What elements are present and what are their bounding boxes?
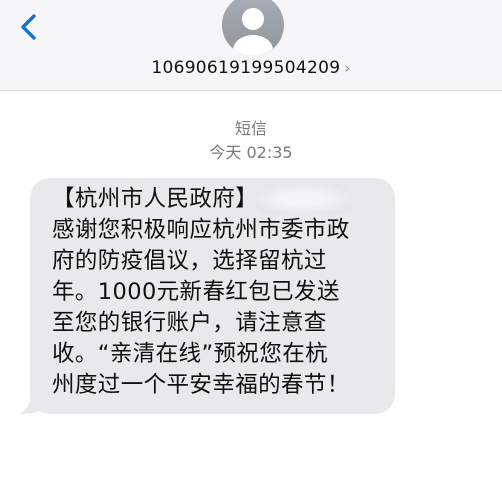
- message-line: 感谢您积极响应杭州市委市政: [52, 217, 350, 243]
- message-line: 府的防疫倡议，选择留杭过: [52, 248, 327, 274]
- message-line: 收。“亲清在线”预祝您在杭: [52, 341, 329, 367]
- contact-avatar[interactable]: [222, 0, 284, 56]
- message-line: 年。1000元新春红包已发送: [52, 279, 340, 305]
- chevron-right-icon: ›: [344, 59, 351, 77]
- person-icon: [233, 8, 273, 56]
- sender-number-button[interactable]: 10690619199504209 ›: [0, 58, 502, 78]
- chevron-left-icon: [21, 14, 36, 40]
- sender-number: 10690619199504209: [151, 58, 341, 78]
- avatar-circle: [222, 0, 284, 56]
- message-timestamp: 今天 02:35: [209, 143, 293, 162]
- conversation-header: 10690619199504209 ›: [0, 0, 502, 91]
- redaction-smudge: [255, 184, 351, 214]
- message-line: 至您的银行账户，请注意查: [52, 310, 327, 336]
- back-button[interactable]: [14, 10, 46, 44]
- message-kind-label: 短信: [234, 119, 267, 138]
- message-line: 州度过一个平安幸福的春节！: [52, 372, 350, 398]
